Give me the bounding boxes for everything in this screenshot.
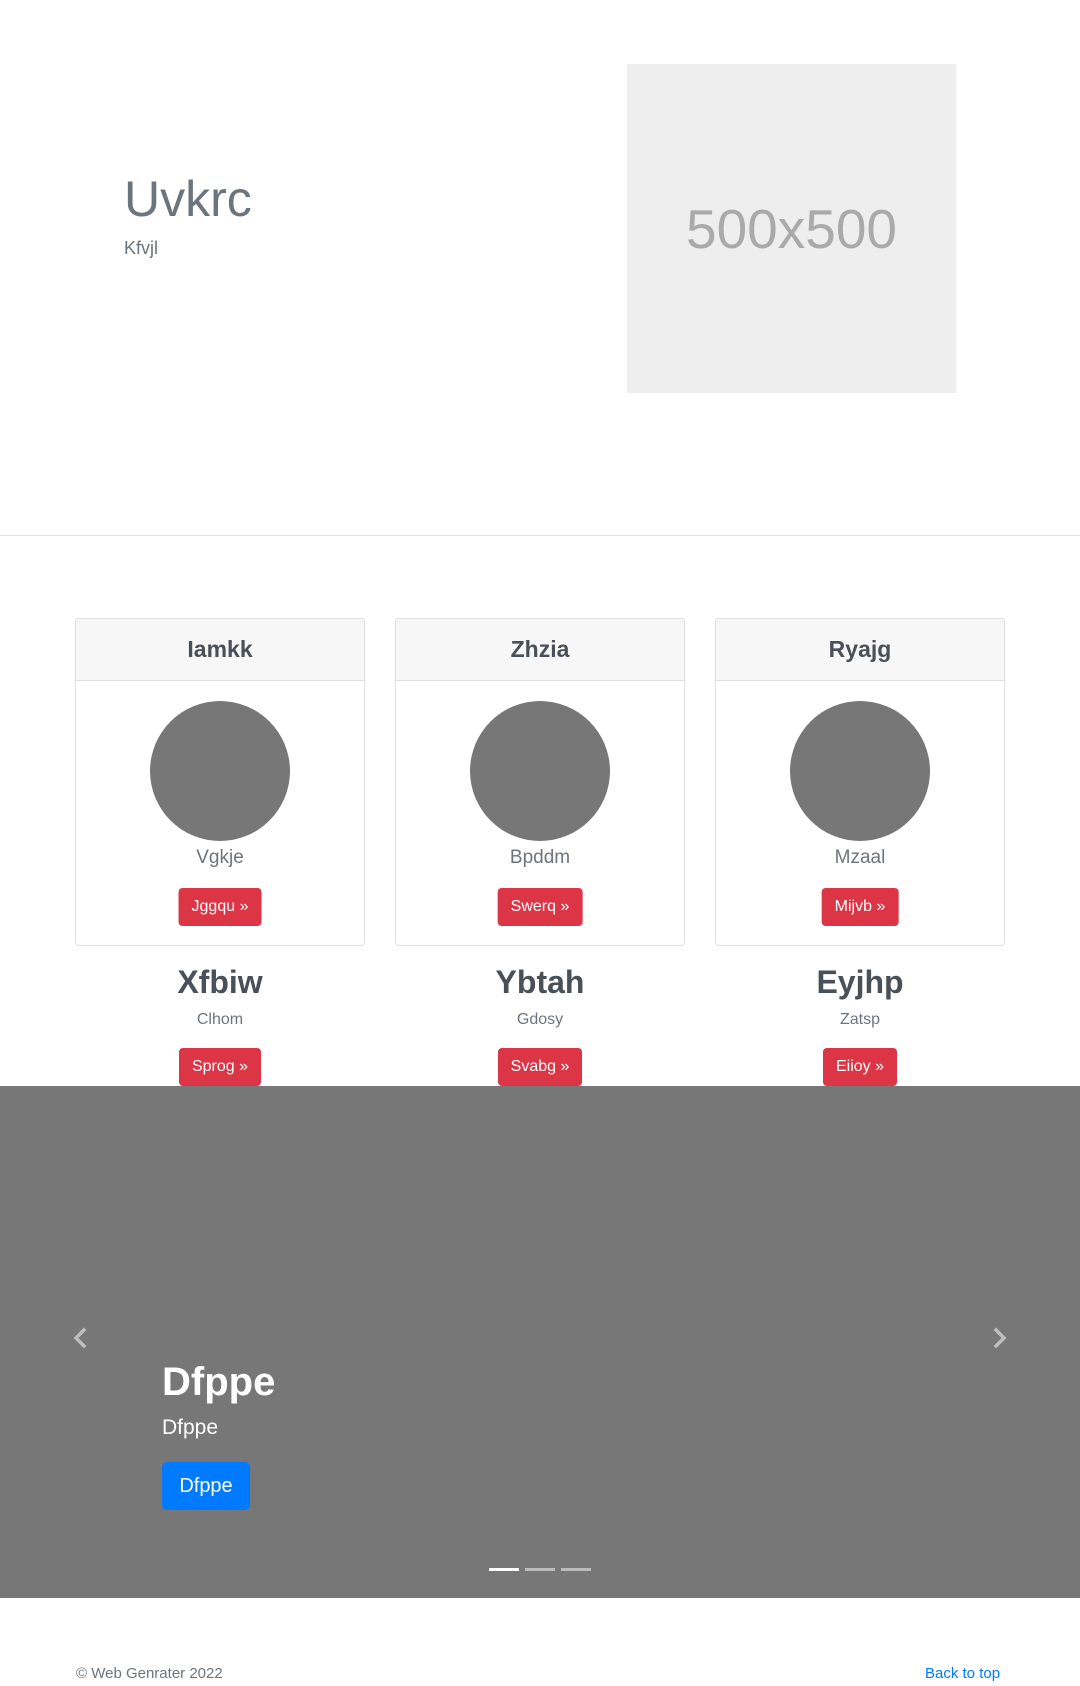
card-text: Bpddm <box>509 847 571 868</box>
hero-section: Uvkrc Kfvjl 500x500 <box>0 0 1080 536</box>
avatar <box>150 701 290 841</box>
chevron-left-icon[interactable] <box>69 1326 93 1350</box>
back-to-top-link[interactable]: Back to top <box>925 1665 1000 1682</box>
avatar <box>790 701 930 841</box>
hero-subtitle: Kfvjl <box>124 238 159 258</box>
carousel-title: Dfppe <box>162 1360 276 1404</box>
carousel-indicator[interactable] <box>525 1568 555 1571</box>
card-button[interactable]: Jggqu » <box>178 888 262 926</box>
card-text: Mzaal <box>834 847 886 868</box>
column-button[interactable]: Svabg » <box>497 1048 583 1086</box>
carousel-indicator[interactable] <box>561 1568 591 1571</box>
carousel-indicators <box>489 1568 591 1571</box>
hero-title: Uvkrc <box>124 171 252 227</box>
card-header: Iamkk <box>76 619 364 681</box>
card: Ryajg Mzaal Mijvb » <box>715 618 1005 946</box>
column-title: Eyjhp <box>816 964 904 1000</box>
hero-image-label: 500x500 <box>685 197 898 260</box>
card-text: Vgkje <box>196 847 244 868</box>
column-button-wrap: Svabg » <box>395 1048 685 1086</box>
card-header: Ryajg <box>716 619 1004 681</box>
avatar <box>470 701 610 841</box>
carousel-subtitle: Dfppe <box>162 1416 219 1439</box>
footer-copyright: © Web Genrater 2022 <box>76 1665 223 1682</box>
column-button[interactable]: Sprog » <box>178 1048 262 1086</box>
carousel-button[interactable]: Dfppe <box>162 1462 250 1510</box>
card-header: Zhzia <box>396 619 684 681</box>
column-subtitle: Gdosy <box>516 1011 564 1028</box>
card: Zhzia Bpddm Swerq » <box>395 618 685 946</box>
chevron-right-icon[interactable] <box>987 1326 1011 1350</box>
carousel: Dfppe Dfppe Dfppe <box>0 1086 1080 1598</box>
card: Iamkk Vgkje Jggqu » <box>75 618 365 946</box>
hero-placeholder-image: 500x500 <box>627 64 956 393</box>
column-button[interactable]: Eiioy » <box>822 1048 898 1086</box>
column-subtitle: Zatsp <box>839 1011 880 1028</box>
column-button-wrap: Sprog » <box>75 1048 365 1086</box>
column-title: Ybtah <box>495 964 585 1000</box>
card-button[interactable]: Mijvb » <box>821 888 899 926</box>
column-title: Xfbiw <box>177 964 263 1000</box>
carousel-indicator[interactable] <box>489 1568 519 1571</box>
card-button[interactable]: Swerq » <box>497 888 583 926</box>
column-button-wrap: Eiioy » <box>715 1048 1005 1086</box>
column-subtitle: Clhom <box>196 1011 244 1028</box>
